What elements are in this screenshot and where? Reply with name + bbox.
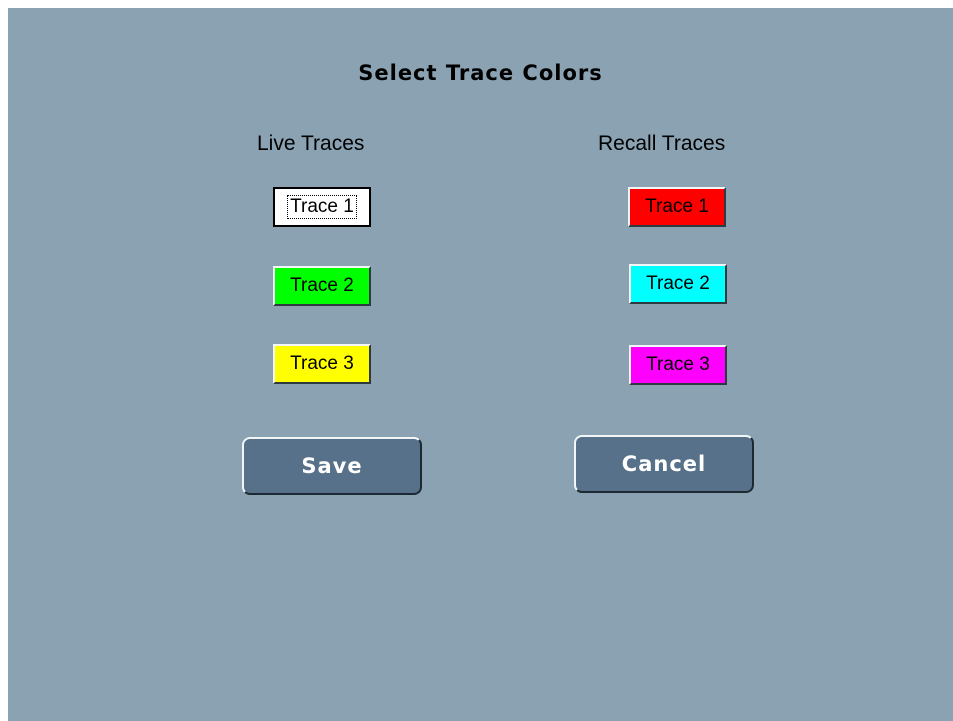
live-traces-heading: Live Traces (257, 132, 365, 155)
dialog-title: Select Trace Colors (358, 61, 603, 85)
recall-trace-1-button[interactable]: Trace 1 (628, 187, 726, 227)
live-trace-2-label: Trace 2 (290, 275, 354, 296)
recall-trace-2-label: Trace 2 (646, 273, 710, 294)
recall-trace-1-label: Trace 1 (645, 196, 709, 217)
live-trace-1-label: Trace 1 (287, 195, 357, 219)
recall-trace-3-button[interactable]: Trace 3 (629, 345, 727, 385)
trace-colors-dialog: Select Trace Colors Live Traces Recall T… (8, 8, 953, 721)
cancel-button[interactable]: Cancel (574, 435, 754, 493)
live-trace-3-label: Trace 3 (290, 353, 354, 374)
live-trace-2-button[interactable]: Trace 2 (273, 266, 371, 306)
recall-trace-2-button[interactable]: Trace 2 (629, 264, 727, 304)
recall-trace-3-label: Trace 3 (646, 354, 710, 375)
recall-traces-heading: Recall Traces (598, 132, 726, 155)
live-trace-3-button[interactable]: Trace 3 (273, 344, 371, 384)
save-button[interactable]: Save (242, 437, 422, 495)
live-trace-1-button[interactable]: Trace 1 (273, 187, 371, 227)
